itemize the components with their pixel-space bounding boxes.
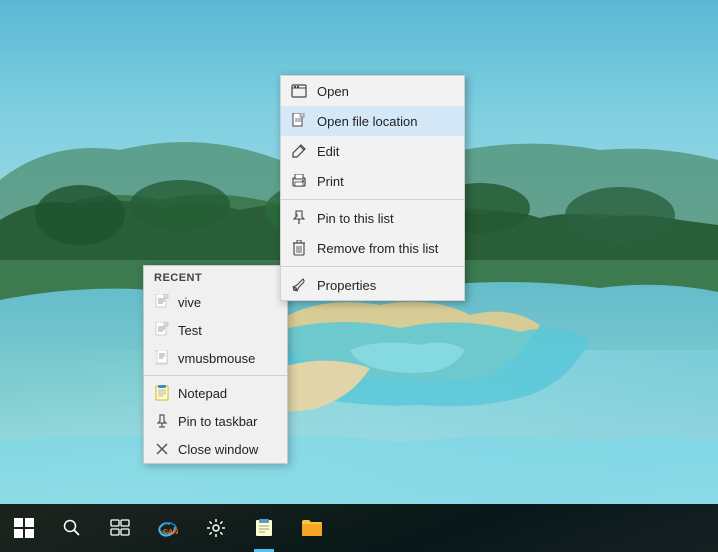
settings-icon: [206, 518, 226, 538]
text-file-icon-2: [154, 321, 170, 339]
notepad-taskbar-button[interactable]: [240, 504, 288, 552]
notepad-icon: [154, 384, 170, 402]
jump-item-test[interactable]: Test: [144, 316, 287, 344]
context-menu-item-edit[interactable]: Edit: [281, 136, 464, 166]
context-menu-item-print[interactable]: Print: [281, 166, 464, 196]
start-button[interactable]: [0, 504, 48, 552]
folder-icon: [301, 518, 323, 538]
notepad-taskbar-icon: [254, 518, 274, 538]
jump-action-close-label: Close window: [178, 442, 258, 457]
context-menu-item-properties[interactable]: Properties: [281, 270, 464, 300]
jump-item-vive[interactable]: vive: [144, 288, 287, 316]
window-icon: [291, 83, 307, 99]
wrench-icon: [291, 277, 307, 293]
settings-taskbar-button[interactable]: [192, 504, 240, 552]
context-separator-1: [281, 199, 464, 200]
close-x-icon: [154, 440, 170, 458]
jump-separator-1: [144, 375, 287, 376]
context-menu-item-pin[interactable]: Pin to this list: [281, 203, 464, 233]
taskbar: CAN: [0, 504, 718, 552]
edit-icon: [291, 143, 307, 159]
file-explorer-button[interactable]: [288, 504, 336, 552]
svg-text:CAN: CAN: [163, 529, 178, 536]
context-edit-label: Edit: [317, 144, 339, 159]
search-icon: [62, 518, 82, 538]
search-taskbar-button[interactable]: [48, 504, 96, 552]
taskview-icon: [110, 519, 130, 537]
page-icon: [291, 113, 307, 129]
context-menu-item-open[interactable]: Open: [281, 76, 464, 106]
jump-list: Recent vive: [143, 265, 288, 464]
context-menu: Open Open file location: [280, 75, 465, 301]
jump-item-test-label: Test: [178, 323, 202, 338]
context-open-location-label: Open file location: [317, 114, 417, 129]
edge-icon: CAN: [157, 517, 179, 539]
context-remove-label: Remove from this list: [317, 241, 438, 256]
jump-action-pin-taskbar[interactable]: Pin to taskbar: [144, 407, 287, 435]
context-pin-label: Pin to this list: [317, 211, 394, 226]
text-file-icon: [154, 293, 170, 311]
windows-logo-icon: [14, 518, 34, 538]
context-properties-label: Properties: [317, 278, 376, 293]
jump-action-notepad[interactable]: Notepad: [144, 379, 287, 407]
task-view-button[interactable]: [96, 504, 144, 552]
jump-item-vive-label: vive: [178, 295, 201, 310]
pin-icon: [291, 210, 307, 226]
context-separator-2: [281, 266, 464, 267]
print-icon: [291, 173, 307, 189]
trash-icon: [291, 240, 307, 256]
pin-taskbar-icon: [154, 412, 170, 430]
context-print-label: Print: [317, 174, 344, 189]
desktop: Recent vive: [0, 0, 718, 552]
recent-section-header: Recent: [144, 266, 287, 288]
jump-item-vmusbmouse-label: vmusbmouse: [178, 351, 255, 366]
edge-taskbar-button[interactable]: CAN: [144, 504, 192, 552]
context-menu-item-remove[interactable]: Remove from this list: [281, 233, 464, 263]
jump-item-vmusbmouse[interactable]: vmusbmouse: [144, 344, 287, 372]
jump-action-pin-taskbar-label: Pin to taskbar: [178, 414, 258, 429]
text-file-icon-3: [154, 349, 170, 367]
context-open-label: Open: [317, 84, 349, 99]
jump-action-close-window[interactable]: Close window: [144, 435, 287, 463]
jump-action-notepad-label: Notepad: [178, 386, 227, 401]
context-menu-item-open-location[interactable]: Open file location: [281, 106, 464, 136]
